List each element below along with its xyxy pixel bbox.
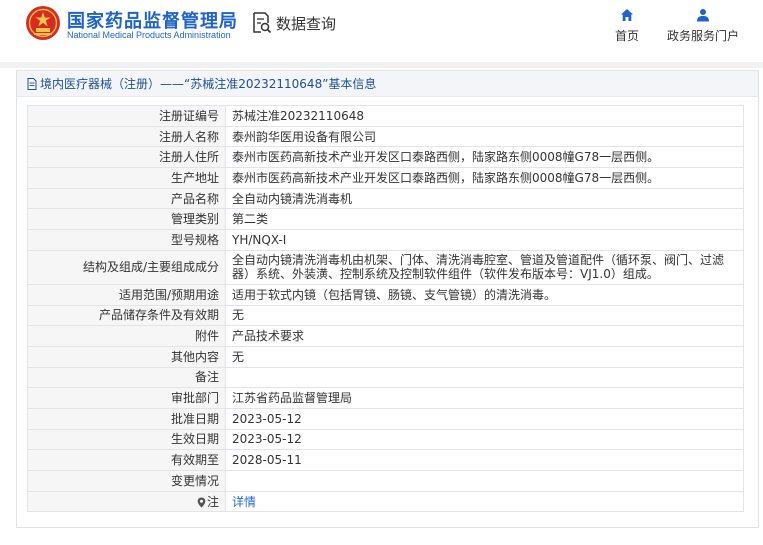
row-label: 产品储存条件及有效期: [27, 304, 226, 327]
row-label: 产品名称: [27, 187, 226, 210]
row-value: 2023-05-12: [225, 428, 744, 451]
row-label: 审批部门: [27, 387, 226, 409]
table-row: 其他内容 无: [27, 345, 744, 368]
table-row: 管理类别 第二类: [27, 208, 744, 231]
row-label: 批准日期: [27, 407, 226, 430]
row-label: 有效期至: [27, 449, 226, 471]
row-label: 附件: [27, 325, 226, 347]
details-link[interactable]: 详情: [232, 495, 256, 509]
note-label: 注: [206, 494, 219, 509]
document-search-icon: [253, 12, 272, 34]
table-row: 结构及组成/主要组成成分 全自动内镜清洗消毒机由机架、门体、清洗消毒腔室、管道及…: [27, 249, 744, 285]
table-row: 审批部门 江苏省药品监督管理局: [27, 387, 744, 409]
row-label: 其他内容: [27, 345, 226, 368]
data-query-entry[interactable]: 数据查询: [252, 10, 336, 36]
user-icon: [697, 9, 709, 22]
row-label: 注册证编号: [27, 105, 226, 127]
detail-panel: 境内医疗器械（注册）——“苏械注准20232110648”基本信息 注册证编号 …: [16, 70, 759, 528]
home-icon: [621, 9, 633, 21]
table-row: 生产地址 泰州市医药高新技术产业开发区口泰路西侧，陆家路东侧0008幢G78一层…: [27, 167, 744, 189]
row-value: 全自动内镜清洗消毒机: [225, 187, 744, 210]
row-value: 泰州韵华医用设备有限公司: [225, 125, 744, 148]
brand-name-en: National Medical Products Administration: [67, 30, 231, 40]
document-icon: [27, 77, 37, 90]
table-row: 有效期至 2028-05-11: [27, 449, 744, 471]
nav-service-portal[interactable]: 政务服务门户: [667, 8, 739, 44]
data-query-label: 数据查询: [276, 14, 337, 33]
table-row: 产品名称 全自动内镜清洗消毒机: [27, 187, 744, 210]
row-label: 注册人住所: [27, 146, 226, 169]
table-row: 注册人住所 泰州市医药高新技术产业开发区口泰路西侧，陆家路东侧0008幢G78一…: [27, 146, 744, 169]
row-value: 产品技术要求: [225, 325, 744, 347]
table-row: 适用范围/预期用途 适用于软式内镜（包括胃镜、肠镜、支气管镜）的清洗消毒。: [27, 283, 744, 306]
row-value: 无: [225, 345, 744, 368]
row-label: 适用范围/预期用途: [27, 283, 226, 306]
nav-service-portal-label: 政务服务门户: [667, 29, 740, 43]
row-label: 管理类别: [27, 208, 226, 231]
table-row: 生效日期 2023-05-12: [27, 428, 744, 451]
row-label: 备注: [27, 366, 226, 389]
note-row-value: 详情: [225, 490, 744, 513]
table-row: 备注: [27, 366, 744, 389]
table-row: 型号规格 YH/NQX-I: [27, 229, 744, 251]
row-value: 泰州市医药高新技术产业开发区口泰路西侧，陆家路东侧0008幢G78一层西侧。: [225, 167, 744, 189]
table-row: 注册人名称 泰州韵华医用设备有限公司: [27, 125, 744, 148]
table-row: 注册证编号 苏械注准20232110648: [27, 105, 744, 127]
row-value: YH/NQX-I: [225, 229, 744, 251]
row-value: 全自动内镜清洗消毒机由机架、门体、清洗消毒腔室、管道及管道配件（循环泵、阀门、过…: [225, 249, 744, 285]
table-row: 批准日期 2023-05-12: [27, 407, 744, 430]
row-value: [225, 470, 744, 492]
site-header: 国家药品监督管理局 National Medical Products Admi…: [0, 0, 763, 62]
note-row-label: 注: [27, 490, 226, 513]
emblem-logo: [26, 6, 60, 40]
panel-title: 境内医疗器械（注册）——“苏械注准20232110648”基本信息: [40, 77, 377, 91]
row-value: 江苏省药品监督管理局: [225, 387, 744, 409]
row-value: 泰州市医药高新技术产业开发区口泰路西侧，陆家路东侧0008幢G78一层西侧。: [225, 146, 744, 169]
row-value: 2028-05-11: [225, 449, 744, 471]
row-label: 注册人名称: [27, 125, 226, 148]
row-label: 生产地址: [27, 167, 226, 189]
table-row: 注 详情: [27, 490, 744, 513]
row-label: 生效日期: [27, 428, 226, 451]
row-value: 适用于软式内镜（包括胃镜、肠镜、支气管镜）的清洗消毒。: [225, 283, 744, 306]
row-value: 2023-05-12: [225, 407, 744, 430]
registration-info-table: 注册证编号 苏械注准20232110648 注册人名称 泰州韵华医用设备有限公司…: [27, 105, 744, 513]
row-value: 苏械注准20232110648: [225, 105, 744, 127]
table-row: 附件 产品技术要求: [27, 325, 744, 347]
header-separator: [0, 62, 763, 68]
row-label: 结构及组成/主要组成成分: [27, 249, 226, 285]
nav-home-label: 首页: [615, 29, 640, 43]
row-value: 第二类: [225, 208, 744, 231]
nav-home[interactable]: 首页: [615, 8, 639, 44]
row-value: [225, 366, 744, 389]
row-label: 变更情况: [27, 470, 226, 492]
table-row: 产品储存条件及有效期 无: [27, 304, 744, 327]
row-label: 型号规格: [27, 229, 226, 251]
location-pin-icon: [197, 497, 206, 508]
panel-title-bar: 境内医疗器械（注册）——“苏械注准20232110648”基本信息: [17, 71, 758, 97]
table-row: 变更情况: [27, 470, 744, 492]
row-value: 无: [225, 304, 744, 327]
